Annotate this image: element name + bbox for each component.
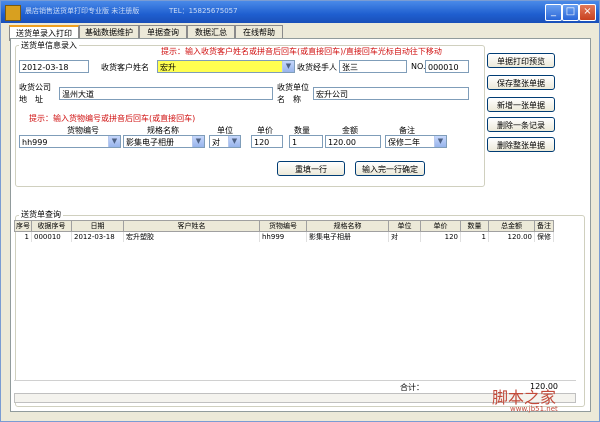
remark-value: 保修二年 bbox=[388, 138, 420, 147]
col-header[interactable]: 单位 bbox=[388, 220, 421, 232]
chevron-down-icon[interactable]: ▼ bbox=[282, 61, 294, 72]
tab-query[interactable]: 单据查询 bbox=[139, 25, 187, 39]
col-header[interactable]: 序号 bbox=[14, 220, 32, 232]
close-button[interactable]: × bbox=[579, 4, 596, 21]
query-group-title: 送货单查询 bbox=[19, 209, 63, 220]
entry-group-title: 送货单信息录入 bbox=[19, 40, 79, 51]
col-header[interactable]: 日期 bbox=[71, 220, 124, 232]
chevron-down-icon[interactable]: ▼ bbox=[108, 136, 120, 147]
customer-select[interactable]: 宏升 ▼ bbox=[157, 60, 295, 73]
qty-field[interactable]: 1 bbox=[289, 135, 323, 148]
remark-select[interactable]: 保修二年 ▼ bbox=[385, 135, 447, 148]
minimize-button[interactable]: _ bbox=[545, 4, 562, 21]
title-bar[interactable]: 晨店销售送货单打印专业版 未注册版 TEL：15825675057 _ □ × bbox=[1, 1, 599, 23]
table-row[interactable]: 1 000010 2012-03-18 宏升塑胶 hh999 影集电子相册 对 … bbox=[14, 231, 554, 242]
cell[interactable]: 120 bbox=[420, 231, 461, 242]
cell[interactable]: 宏升塑胶 bbox=[123, 231, 260, 242]
date-field[interactable]: 2012-03-18 bbox=[19, 60, 89, 73]
app-icon bbox=[5, 5, 21, 21]
col-header[interactable]: 数量 bbox=[460, 220, 489, 232]
spec-select[interactable]: 影集电子相册 ▼ bbox=[123, 135, 205, 148]
tab-summary[interactable]: 数据汇总 bbox=[187, 25, 235, 39]
goods-no-select[interactable]: hh999 ▼ bbox=[19, 135, 121, 148]
print-preview-button[interactable]: 单据打印预览 bbox=[487, 53, 555, 68]
col-header[interactable]: 单价 bbox=[420, 220, 461, 232]
tab-base-data[interactable]: 基础数据维护 bbox=[79, 25, 139, 39]
cell[interactable]: 1 bbox=[14, 231, 32, 242]
customer-label: 收货客户姓名 bbox=[101, 63, 149, 72]
no-field[interactable]: 000010 bbox=[425, 60, 469, 73]
window-phone: TEL：15825675057 bbox=[169, 7, 238, 15]
table-header-row: 序号 收据序号 日期 客户姓名 货物编号 规格名称 单位 单价 数量 总金额 备… bbox=[14, 220, 554, 232]
chevron-down-icon[interactable]: ▼ bbox=[192, 136, 204, 147]
refill-row-button[interactable]: 重填一行 bbox=[277, 161, 345, 176]
chevron-down-icon[interactable]: ▼ bbox=[434, 136, 446, 147]
query-group bbox=[15, 215, 585, 407]
customer-value: 宏升 bbox=[160, 63, 176, 72]
tab-help[interactable]: 在线帮助 bbox=[235, 25, 283, 39]
no-label: NO. bbox=[411, 62, 426, 71]
amount-field[interactable]: 120.00 bbox=[325, 135, 381, 148]
company-address-field[interactable]: 温州大道 bbox=[59, 87, 273, 100]
col-header[interactable]: 规格名称 bbox=[306, 220, 389, 232]
col-header[interactable]: 收据序号 bbox=[31, 220, 72, 232]
col-header[interactable]: 货物编号 bbox=[259, 220, 307, 232]
unit-name-label-line1: 收货单位 bbox=[277, 83, 309, 92]
unit-value: 对 bbox=[212, 138, 220, 147]
unit-name-label-line2: 名 称 bbox=[277, 95, 301, 104]
cell[interactable]: hh999 bbox=[259, 231, 307, 242]
confirm-row-button[interactable]: 输入完一行确定 bbox=[355, 161, 425, 176]
cell[interactable]: 保修 bbox=[534, 231, 554, 242]
hint-goods: 提示：输入货物编号或拼音后回车(或直接回车) bbox=[29, 114, 196, 123]
window-title: 晨店销售送货单打印专业版 未注册版 bbox=[25, 7, 140, 15]
goods-no-value: hh999 bbox=[22, 138, 48, 147]
cell[interactable]: 2012-03-18 bbox=[71, 231, 124, 242]
unit-select[interactable]: 对 ▼ bbox=[209, 135, 241, 148]
cell[interactable]: 000010 bbox=[31, 231, 72, 242]
handler-label: 收货经手人 bbox=[297, 63, 337, 72]
maximize-button[interactable]: □ bbox=[562, 4, 579, 21]
col-header[interactable]: 总金额 bbox=[488, 220, 535, 232]
delete-bill-button[interactable]: 删除整张单据 bbox=[487, 137, 555, 152]
company-address-label-line1: 收货公司 bbox=[19, 83, 51, 92]
price-field[interactable]: 120 bbox=[251, 135, 283, 148]
col-header[interactable]: 客户姓名 bbox=[123, 220, 260, 232]
col-header[interactable]: 备注 bbox=[534, 220, 554, 232]
delete-record-button[interactable]: 删除一条记录 bbox=[487, 117, 555, 132]
query-table: 序号 收据序号 日期 客户姓名 货物编号 规格名称 单位 单价 数量 总金额 备… bbox=[14, 220, 554, 242]
total-label: 合计： bbox=[400, 383, 424, 392]
watermark-url: www.jb51.net bbox=[510, 405, 558, 413]
chevron-down-icon[interactable]: ▼ bbox=[228, 136, 240, 147]
cell[interactable]: 1 bbox=[460, 231, 489, 242]
save-bill-button[interactable]: 保存整张单据 bbox=[487, 75, 555, 90]
spec-value: 影集电子相册 bbox=[126, 138, 174, 147]
cell[interactable]: 影集电子相册 bbox=[306, 231, 389, 242]
cell[interactable]: 120.00 bbox=[488, 231, 535, 242]
handler-field[interactable]: 张三 bbox=[339, 60, 407, 73]
company-address-label-line2: 地 址 bbox=[19, 95, 43, 104]
unit-name-field[interactable]: 宏升公司 bbox=[313, 87, 469, 100]
new-bill-button[interactable]: 新增一张单据 bbox=[487, 97, 555, 112]
cell[interactable]: 对 bbox=[388, 231, 421, 242]
hint-customer: 提示：输入收货客户姓名或拼音后回车(或直接回车)/直接回车光标自动往下移动 bbox=[161, 47, 442, 56]
